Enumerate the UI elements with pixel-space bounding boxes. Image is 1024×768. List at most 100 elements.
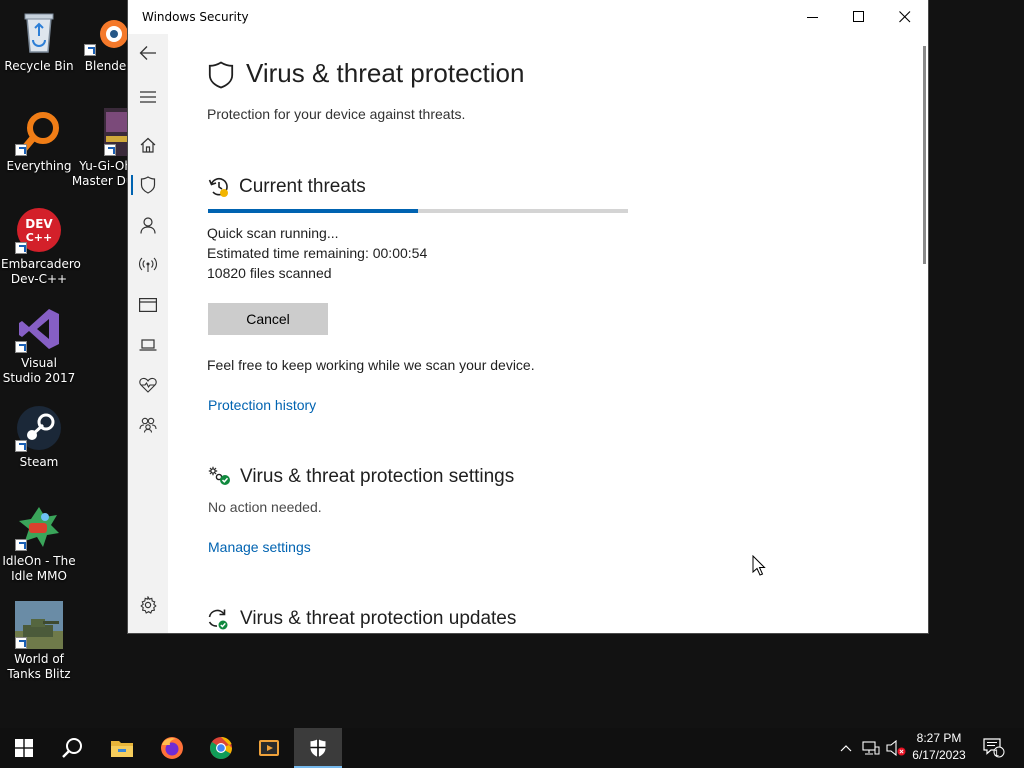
current-threats-title: Current threats xyxy=(239,176,366,197)
idleon-icon xyxy=(15,503,63,551)
start-button[interactable] xyxy=(0,728,48,768)
manage-settings-link[interactable]: Manage settings xyxy=(208,539,311,555)
nav-device-security[interactable] xyxy=(128,327,168,363)
files-scanned: 10820 files scanned xyxy=(207,265,332,281)
keep-working-note: Feel free to keep working while we scan … xyxy=(207,357,535,373)
media-player-icon xyxy=(259,740,279,756)
settings-status: No action needed. xyxy=(208,499,322,515)
desktop-icon-wot-blitz[interactable]: World of Tanks Blitz xyxy=(1,601,77,682)
maximize-button[interactable] xyxy=(836,0,882,34)
system-clock[interactable]: 8:27 PM 6/17/2023 xyxy=(908,730,970,764)
app-browser-icon xyxy=(139,298,157,312)
devcpp-icon: DEV C++ xyxy=(15,206,63,254)
chevron-up-icon xyxy=(840,745,852,752)
minimize-button[interactable] xyxy=(790,0,836,34)
taskbar-chrome[interactable] xyxy=(197,728,245,768)
vertical-scrollbar[interactable] xyxy=(923,46,926,264)
shield-icon xyxy=(140,176,156,194)
clock-time: 8:27 PM xyxy=(916,731,962,745)
window-title: Windows Security xyxy=(142,10,249,24)
protection-history-link[interactable]: Protection history xyxy=(208,397,316,413)
home-icon xyxy=(140,137,156,153)
svg-text:C++: C++ xyxy=(26,231,53,244)
wireless-icon xyxy=(139,257,157,272)
taskbar: 8:27 PM 6/17/2023 1 xyxy=(0,728,1024,768)
desktop-icon-label: Steam xyxy=(19,455,59,469)
nav-settings[interactable] xyxy=(128,587,168,623)
steam-icon xyxy=(15,404,63,452)
blender-icon xyxy=(84,8,132,56)
nav-menu-button[interactable] xyxy=(128,79,168,115)
desktop-icon-label: Embarcadero Dev-C++ xyxy=(1,257,81,286)
minimize-icon xyxy=(807,17,818,18)
close-icon xyxy=(899,11,911,23)
threat-history-icon xyxy=(208,177,228,197)
network-icon xyxy=(862,741,880,755)
desktop-icon-label: World of Tanks Blitz xyxy=(7,652,71,681)
desktop-icon-label: IdleOn - The Idle MMO xyxy=(2,554,76,583)
side-navigation xyxy=(128,34,168,633)
search-icon xyxy=(62,738,82,758)
family-icon xyxy=(139,417,157,433)
magnifier-icon xyxy=(15,108,63,156)
windows-security-window: Windows Security Virus & threat protecti… xyxy=(128,0,928,633)
nav-virus-protection[interactable] xyxy=(128,167,168,203)
visual-studio-icon xyxy=(15,305,63,353)
maximize-icon xyxy=(853,11,864,22)
desktop-icon-visual-studio[interactable]: Visual Studio 2017 xyxy=(1,305,77,386)
desktop-icon-label: Everything xyxy=(6,159,72,173)
desktop-icon-devcpp[interactable]: DEV C++ Embarcadero Dev-C++ xyxy=(1,206,81,287)
nav-device-health[interactable] xyxy=(128,367,168,403)
back-arrow-icon xyxy=(139,46,156,60)
tank-icon xyxy=(15,601,63,649)
volume-muted-icon xyxy=(886,740,906,756)
desktop-icon-label: Visual Studio 2017 xyxy=(2,356,76,385)
nav-back-button[interactable] xyxy=(128,35,168,71)
desktop-icon-label: Recycle Bin xyxy=(4,59,74,73)
nav-home[interactable] xyxy=(128,127,168,163)
taskbar-media-app[interactable] xyxy=(245,728,293,768)
nav-account-protection[interactable] xyxy=(128,207,168,243)
taskbar-file-explorer[interactable] xyxy=(98,728,146,768)
desktop-icon-recycle-bin[interactable]: Recycle Bin xyxy=(1,8,77,74)
scan-progress-bar xyxy=(208,209,628,213)
action-center-button[interactable]: 1 xyxy=(981,728,1007,768)
notification-count: 1 xyxy=(994,748,1000,758)
security-shield-icon xyxy=(310,739,326,757)
gear-icon xyxy=(140,596,157,614)
yugioh-icon xyxy=(84,108,132,156)
windows-logo-icon xyxy=(15,739,33,757)
page-subtitle: Protection for your device against threa… xyxy=(207,106,466,122)
shield-icon xyxy=(208,61,234,89)
cancel-button[interactable]: Cancel xyxy=(208,303,328,335)
firefox-icon xyxy=(161,737,183,759)
protection-settings-title: Virus & threat protection settings xyxy=(240,466,515,487)
settings-gear-icon xyxy=(208,466,230,485)
search-button[interactable] xyxy=(48,728,96,768)
laptop-icon xyxy=(139,339,157,351)
desktop-icon-idleon[interactable]: IdleOn - The Idle MMO xyxy=(1,503,77,584)
taskbar-windows-security[interactable] xyxy=(294,728,342,768)
taskbar-firefox[interactable] xyxy=(148,728,196,768)
folder-icon xyxy=(111,741,133,757)
refresh-icon xyxy=(208,609,228,630)
mouse-cursor-icon xyxy=(752,555,766,576)
nav-app-browser[interactable] xyxy=(128,287,168,323)
protection-updates-title: Virus & threat protection updates xyxy=(240,608,517,629)
recycle-bin-icon xyxy=(15,8,63,56)
person-icon xyxy=(140,216,156,234)
heart-pulse-icon xyxy=(139,377,157,393)
desktop-icon-everything[interactable]: Everything xyxy=(1,108,77,174)
nav-family-options[interactable] xyxy=(128,407,168,443)
tray-volume[interactable] xyxy=(884,728,908,768)
clock-date: 6/17/2023 xyxy=(912,748,966,762)
close-button[interactable] xyxy=(882,0,928,34)
title-bar[interactable]: Windows Security xyxy=(128,0,928,34)
tray-overflow-button[interactable] xyxy=(834,728,858,768)
hamburger-menu-icon xyxy=(140,91,156,103)
svg-text:DEV: DEV xyxy=(25,217,53,231)
tray-network[interactable] xyxy=(859,728,883,768)
scan-progress-fill xyxy=(208,209,418,213)
desktop-icon-steam[interactable]: Steam xyxy=(1,404,77,470)
nav-firewall[interactable] xyxy=(128,247,168,283)
